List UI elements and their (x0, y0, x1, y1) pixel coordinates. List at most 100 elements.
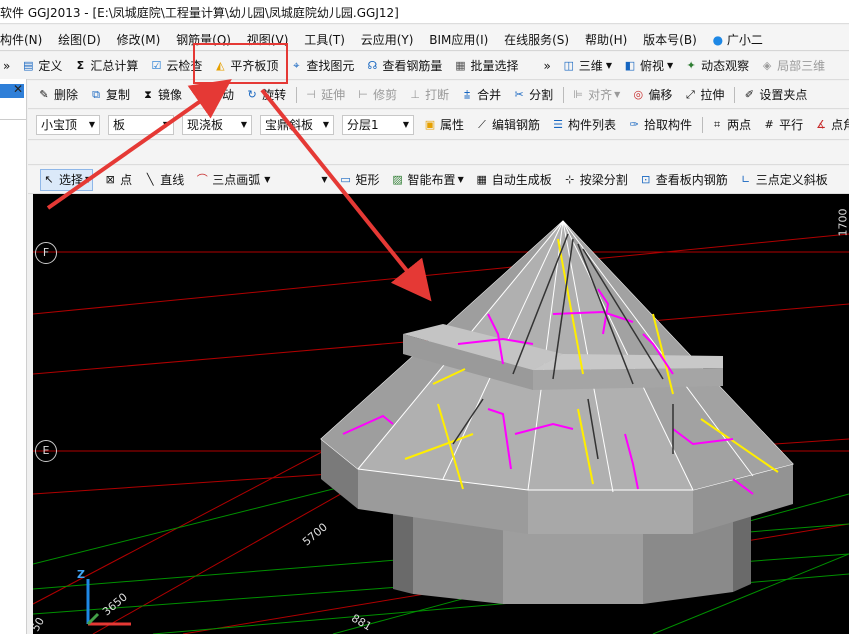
subtype-select[interactable]: 现浇板 ▼ (182, 114, 252, 135)
copy-icon: ⧉ (92, 87, 100, 101)
align-top-button[interactable]: ◭ 平齐板顶 (212, 55, 279, 77)
chevron-down-icon: ▼ (666, 61, 674, 70)
auto-gen-button[interactable]: ▦ 自动生成板 (474, 169, 553, 191)
chevron-right-icon: » (543, 58, 551, 73)
local3d-icon: ◈ (762, 58, 772, 72)
delete-button[interactable]: ✎ 删除 (36, 84, 79, 106)
rect-icon: ▭ (340, 172, 351, 186)
close-icon[interactable]: ✕ (13, 82, 23, 96)
batch-select-button[interactable]: ▦ 批量选择 (452, 55, 519, 77)
axis-marker-e: E (35, 440, 57, 462)
point-angle-button[interactable]: ∡点角▼ (813, 114, 849, 136)
move-icon: ✥ (195, 87, 205, 101)
find-icon: ⌖ (293, 58, 300, 72)
component-list-button[interactable]: ☰ 构件列表 (550, 114, 617, 136)
window-title: 软件 GGJ2013 - [E:\凤城庭院\工程量计算\幼儿园\凤城庭院幼儿园.… (0, 0, 849, 24)
arc-button[interactable]: ⌒ 三点画弧 ▼ (194, 169, 271, 191)
move-button[interactable]: ✥ 移动 (192, 84, 235, 106)
break-button[interactable]: ⊥ 打断 (407, 84, 450, 106)
edit-toolbar: ✎ 删除 ⧉ 复制 ⧗ 镜像 ✥ 移动 ↻ 旋转 ⊣ 延伸 ⊢ 修剪 ⊥ 打断 ⩲ 合并 ✂ 分割 … (28, 81, 849, 109)
view-slab-rebar-button[interactable]: ⊡ 查看板内钢筋 (638, 169, 729, 191)
summary-button[interactable]: Σ 汇总计算 (72, 55, 139, 77)
extend-button[interactable]: ⊣ 延伸 (303, 84, 346, 106)
skirt-face (528, 490, 693, 534)
edit-rebar-button[interactable]: ⟋ 编辑钢筋 (474, 114, 541, 136)
view3d-button[interactable]: ◫ 三维 ▼ (561, 55, 613, 77)
extend-icon: ⊣ (306, 87, 316, 101)
find-button[interactable]: ⌖ 查找图元 (288, 55, 355, 77)
3d-viewport[interactable]: F E 5700 3650 881 1700 50 Z (33, 194, 849, 634)
pick-button[interactable]: ✑ 拾取构件 (626, 114, 693, 136)
point-button[interactable]: ⊠ 点 (102, 169, 133, 191)
menu-version[interactable]: 版本号(B) (643, 25, 697, 48)
local3d-button[interactable]: ◈ 局部三维 (759, 55, 826, 77)
assistant-icon: ● (712, 33, 724, 47)
beam-split-button[interactable]: ⊹ 按梁分割 (562, 169, 629, 191)
dynamic-view-button[interactable]: ✦ 动态观察 (683, 55, 750, 77)
orbit-icon: ✦ (686, 58, 696, 72)
top-view-button[interactable]: ◧ 俯视 ▼ (622, 55, 674, 77)
overflow-button-2[interactable]: » (542, 55, 551, 77)
props-icon: ▣ (424, 117, 436, 131)
overflow-button[interactable]: » (2, 55, 11, 77)
view-rebar-button[interactable]: ☊ 查看钢筋量 (364, 55, 443, 77)
copy-button[interactable]: ⧉ 复制 (88, 84, 131, 106)
rotate-button[interactable]: ↻ 旋转 (244, 84, 287, 106)
break-icon: ⊥ (410, 87, 420, 101)
merge-button[interactable]: ⩲ 合并 (459, 84, 502, 106)
slab-name-select[interactable]: 宝鼎斜板 ▼ (260, 114, 334, 135)
arc-dropdown[interactable]: ▼ (320, 169, 328, 191)
select-button[interactable]: ↖ 选择 ▼ (40, 168, 94, 191)
divider (0, 119, 26, 120)
cursor-icon: ↖ (44, 172, 54, 186)
split-button[interactable]: ✂ 分割 (511, 84, 554, 106)
batch-select-icon: ▦ (455, 58, 466, 72)
line-button[interactable]: ╲ 直线 (142, 169, 185, 191)
menu-assistant[interactable]: ● 广小二 (713, 25, 763, 48)
menu-view[interactable]: 视图(V) (247, 25, 289, 48)
rebar-icon: ☊ (367, 58, 378, 72)
type-select[interactable]: 板 ▼ (108, 114, 174, 135)
menu-modify[interactable]: 修改(M) (117, 25, 161, 48)
rect-button[interactable]: ▭ 矩形 (338, 169, 381, 191)
align-button[interactable]: ⊫ 对齐 ▼ (570, 84, 621, 106)
menu-help[interactable]: 帮助(H) (585, 25, 627, 48)
separator (734, 86, 736, 103)
separator (563, 86, 565, 103)
mirror-button[interactable]: ⧗ 镜像 (140, 84, 183, 106)
align-top-icon: ◭ (216, 58, 225, 72)
layer-select[interactable]: 分层1 ▼ (342, 114, 414, 135)
trim-button[interactable]: ⊢ 修剪 (355, 84, 398, 106)
arc-icon: ⌒ (196, 172, 208, 186)
chevron-down-icon: ▼ (457, 175, 464, 184)
offset-button[interactable]: ◎ 偏移 (630, 84, 673, 106)
two-points-button[interactable]: ⌗ 两点 (709, 114, 752, 136)
component-select[interactable]: 小宝顶 ▼ (36, 114, 100, 135)
cube-icon: ◫ (563, 58, 574, 72)
menu-online[interactable]: 在线服务(S) (504, 25, 569, 48)
slab-rebar-icon: ⊡ (641, 172, 651, 186)
menu-bim[interactable]: BIM应用(I) (429, 25, 488, 48)
menu-rebar[interactable]: 钢筋量(Q) (176, 25, 231, 48)
smart-layout-button[interactable]: ▨ 智能布置 ▼ (390, 169, 465, 191)
cloud-check-button[interactable]: ☑ 云检查 (148, 55, 203, 77)
chevron-down-icon: ▼ (605, 61, 612, 70)
menu-tools[interactable]: 工具(T) (304, 25, 345, 48)
align-icon: ⊫ (573, 87, 583, 101)
define-button[interactable]: ▤ 定义 (20, 55, 63, 77)
parallel-button[interactable]: # 平行 (761, 114, 804, 136)
menu-component[interactable]: 构件(N) (0, 25, 42, 48)
axis-marker-f: F (35, 242, 57, 264)
three-point-slope-button[interactable]: ∟ 三点定义斜板 (738, 169, 829, 191)
separator (296, 86, 298, 103)
stretch-button[interactable]: ⤢ 拉伸 (682, 84, 725, 106)
menu-draw[interactable]: 绘图(D) (58, 25, 101, 48)
main-toolbar: » ▤ 定义 Σ 汇总计算 ☑ 云检查 ◭ 平齐板顶 ⌖ 查找图元 ☊ 查看钢筋量 ▦ 批量选… (0, 52, 849, 80)
menu-cloud[interactable]: 云应用(Y) (361, 25, 414, 48)
set-grip-button[interactable]: ✐ 设置夹点 (741, 84, 808, 106)
line-icon: ╲ (146, 172, 154, 186)
props-button[interactable]: ▣ 属性 (422, 114, 465, 136)
sigma-icon: Σ (76, 58, 85, 72)
point-icon: ⊠ (105, 172, 115, 186)
grip-icon: ✐ (744, 87, 754, 101)
